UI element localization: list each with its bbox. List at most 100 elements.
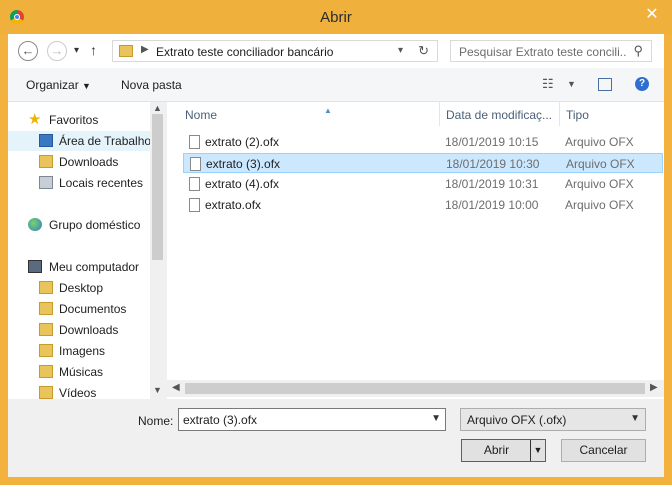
chevron-down-icon[interactable]: ▼: [530, 440, 545, 461]
file-row-selected[interactable]: extrato (3).ofx 18/01/2019 10:30 Arquivo…: [183, 153, 663, 173]
file-type-select[interactable]: Arquivo OFX (.ofx) ▼: [460, 408, 646, 431]
tree-item-desktop-favorite[interactable]: Área de Trabalho: [8, 131, 152, 151]
refresh-icon[interactable]: ↻: [418, 43, 429, 59]
tree-item-recent-places[interactable]: Locais recentes: [8, 173, 150, 193]
star-icon: ★: [28, 111, 42, 128]
tree-item-favorites[interactable]: ★ Favoritos: [8, 110, 150, 130]
file-name-field[interactable]: extrato (3).ofx ▼: [178, 408, 446, 431]
file-icon: [189, 177, 200, 191]
chevron-down-icon[interactable]: ▾: [398, 45, 403, 56]
dialog-footer: Nome: extrato (3).ofx ▼ Arquivo OFX (.of…: [8, 399, 664, 477]
file-name-label: Nome:: [138, 414, 174, 428]
file-type: Arquivo OFX: [565, 135, 634, 149]
folder-icon: [39, 344, 53, 357]
tree-item-computer[interactable]: Meu computador: [8, 257, 150, 277]
file-type: Arquivo OFX: [565, 198, 634, 212]
file-name: extrato.ofx: [205, 198, 262, 212]
tree-label: Downloads: [59, 323, 119, 337]
file-row[interactable]: extrato.ofx 18/01/2019 10:00 Arquivo OFX: [183, 195, 663, 215]
up-arrow-icon[interactable]: ↑: [90, 42, 97, 58]
chevron-right-icon[interactable]: ▶: [650, 382, 658, 393]
scrollbar-thumb[interactable]: [152, 114, 163, 260]
cancel-button[interactable]: Cancelar: [561, 439, 646, 462]
navigation-pane: ★ Favoritos Área de Trabalho Downloads L…: [8, 102, 165, 400]
chevron-down-icon[interactable]: ▼: [630, 413, 640, 424]
chevron-down-icon[interactable]: ▼: [153, 385, 162, 395]
folder-icon: [119, 45, 133, 57]
preview-pane-icon[interactable]: [598, 78, 612, 91]
search-icon: ⚲: [633, 43, 643, 58]
file-icon: [189, 198, 200, 212]
folder-icon: [39, 323, 53, 336]
tree-label: Vídeos: [59, 386, 97, 400]
tree-item-downloads-favorite[interactable]: Downloads: [8, 152, 150, 172]
folder-icon: [39, 386, 53, 399]
chevron-right-icon[interactable]: ▶: [141, 44, 149, 55]
tree-label: Favoritos: [49, 113, 99, 127]
open-button[interactable]: Abrir ▼: [461, 439, 546, 462]
file-name-value[interactable]: extrato (3).ofx: [183, 413, 257, 427]
file-icon: [190, 157, 201, 171]
search-placeholder: Pesquisar Extrato teste concili...: [459, 45, 627, 59]
file-date: 18/01/2019 10:00: [445, 198, 539, 212]
file-list-scrollbar[interactable]: ◀ ▶: [167, 380, 664, 397]
file-type: Arquivo OFX: [566, 157, 635, 171]
folder-icon: [39, 281, 53, 294]
scrollbar-thumb[interactable]: [185, 383, 645, 394]
column-divider[interactable]: [439, 102, 440, 126]
file-date: 18/01/2019 10:15: [445, 135, 539, 149]
title-bar[interactable]: Abrir ✕: [0, 0, 672, 34]
tree-item-desktop[interactable]: Desktop: [8, 278, 150, 298]
chevron-down-icon[interactable]: ▼: [567, 79, 576, 89]
file-row[interactable]: extrato (2).ofx 18/01/2019 10:15 Arquivo…: [183, 132, 663, 152]
file-date: 18/01/2019 10:31: [445, 177, 539, 191]
column-header-type[interactable]: Tipo: [566, 108, 589, 132]
open-dialog: Abrir ✕ ← → ▾ ↑ ▶ Extrato teste concilia…: [0, 0, 672, 485]
tree-label: Documentos: [59, 302, 127, 316]
forward-button[interactable]: →: [47, 41, 67, 61]
search-input[interactable]: Pesquisar Extrato teste concili... ⚲: [450, 40, 652, 62]
help-icon[interactable]: ?: [635, 77, 649, 91]
navigation-bar: ← → ▾ ↑ ▶ Extrato teste conciliador banc…: [8, 34, 664, 68]
tree-label: Downloads: [59, 155, 119, 169]
sort-ascending-icon: ▲: [324, 106, 332, 115]
column-header-date[interactable]: Data de modificaç...: [446, 108, 552, 132]
file-name: extrato (4).ofx: [205, 177, 280, 191]
file-list: Nome ▲ Data de modificaç... Tipo extrato…: [167, 102, 664, 399]
navigation-pane-scrollbar[interactable]: ▲ ▼: [150, 102, 165, 399]
dialog-body: ← → ▾ ↑ ▶ Extrato teste conciliador banc…: [8, 34, 664, 477]
tree-label: Músicas: [59, 365, 104, 379]
file-row[interactable]: extrato (4).ofx 18/01/2019 10:31 Arquivo…: [183, 174, 663, 194]
open-button-label: Abrir: [483, 443, 510, 457]
homegroup-icon: [28, 218, 42, 231]
chevron-left-icon[interactable]: ◀: [172, 382, 180, 393]
tree-item-homegroup[interactable]: Grupo doméstico: [8, 215, 150, 235]
tree-item-documents[interactable]: Documentos: [8, 299, 150, 319]
tree-label: Área de Trabalho: [59, 134, 152, 148]
view-options-icon[interactable]: ☷: [542, 76, 554, 92]
chevron-down-icon: ▼: [82, 81, 91, 91]
chevron-down-icon[interactable]: ▼: [431, 413, 441, 424]
address-bar[interactable]: ▶ Extrato teste conciliador bancário ▾ ↻: [112, 40, 438, 62]
close-icon[interactable]: ✕: [640, 4, 664, 26]
back-button[interactable]: ←: [18, 41, 38, 61]
column-label: Nome: [185, 108, 218, 122]
tree-label: Grupo doméstico: [49, 218, 141, 232]
tree-label: Locais recentes: [59, 176, 144, 190]
column-divider[interactable]: [559, 102, 560, 126]
folder-icon: [39, 302, 53, 315]
file-type-value: Arquivo OFX (.ofx): [467, 413, 567, 427]
address-path[interactable]: Extrato teste conciliador bancário: [156, 45, 333, 59]
tree-item-downloads[interactable]: Downloads: [8, 320, 150, 340]
recent-locations-icon[interactable]: ▾: [74, 45, 79, 56]
column-header-name[interactable]: Nome ▲: [185, 106, 332, 132]
new-folder-button[interactable]: Nova pasta: [121, 78, 182, 92]
file-name: extrato (3).ofx: [206, 157, 281, 171]
tree-item-music[interactable]: Músicas: [8, 362, 150, 382]
recent-places-icon: [39, 176, 53, 189]
downloads-folder-icon: [39, 155, 53, 168]
tree-item-pictures[interactable]: Imagens: [8, 341, 150, 361]
file-icon: [189, 135, 200, 149]
organize-button[interactable]: Organizar ▼: [26, 78, 91, 92]
chevron-up-icon[interactable]: ▲: [153, 103, 162, 113]
